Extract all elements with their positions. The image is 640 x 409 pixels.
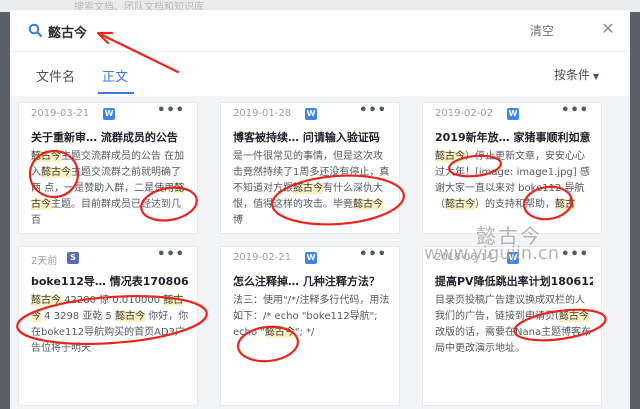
filter-label: 按条件 xyxy=(554,68,591,82)
snippet-text: 博 xyxy=(233,215,243,226)
match-highlight: 懿古今 xyxy=(558,311,589,322)
card-date: 2019-02-21 xyxy=(233,252,292,263)
close-icon[interactable]: ✕ xyxy=(598,19,618,39)
match-highlight: 懿古今 xyxy=(264,327,295,338)
card-title: 博客被持续… 问请输入验证码 xyxy=(233,131,380,144)
more-icon[interactable]: ••• xyxy=(157,103,185,118)
snippet-text: ）的支持和帮助， xyxy=(475,199,555,210)
card-snippet: 是一件很常见的事情，但是这次攻击竟然持续了1周多还没有停止，真不知道对方跟懿古今… xyxy=(233,149,391,229)
match-highlight: 懿古今 xyxy=(353,199,383,210)
active-tab-indicator xyxy=(98,92,134,94)
card-date: 2019-02-02 xyxy=(435,108,494,119)
card-date: 2019-03-21 xyxy=(31,108,90,119)
sheet-doc-icon: S xyxy=(67,252,79,264)
match-highlight: 懿古今 xyxy=(115,311,146,322)
search-input[interactable] xyxy=(48,19,488,43)
word-doc-icon: W xyxy=(507,108,519,120)
search-icon xyxy=(28,23,42,37)
more-icon[interactable]: ••• xyxy=(359,247,387,262)
result-card[interactable]: 2019-02-21 W ••• 怎么注释掉… 几种注释方法？ 法三：使用"/*… xyxy=(220,246,400,406)
more-icon[interactable]: ••• xyxy=(561,247,589,262)
card-title: 提高PV降低跳出率计划180612 xyxy=(435,275,593,288)
match-highlight: 懿古今 xyxy=(445,199,475,210)
card-date: 2019-01-28 xyxy=(233,108,292,119)
word-doc-icon: W xyxy=(103,108,115,120)
clear-button[interactable]: 清空 xyxy=(530,22,554,39)
filter-dropdown[interactable]: 按条件 ▼ xyxy=(554,66,599,83)
more-icon[interactable]: ••• xyxy=(561,103,589,118)
card-snippet: 懿古今）停止更新文章，安安心心过大年！[image: image1.jpg] 感… xyxy=(435,149,593,213)
search-bar: 清空 ✕ xyxy=(10,10,630,52)
match-highlight: 懿古今 xyxy=(293,183,323,194)
tab-bar: 文件名 正文 按条件 ▼ xyxy=(10,52,630,96)
match-highlight: 懿古今 xyxy=(41,167,71,178)
watermark-url: www.yigujin.cn xyxy=(424,243,560,264)
chevron-down-icon: ▼ xyxy=(593,72,600,81)
search-dialog: 清空 ✕ 文件名 正文 按条件▼ 2019-03-21 W ••• 关于重新审…… xyxy=(10,10,630,409)
snippet-text: 42280 惊 0.010000 xyxy=(61,295,164,306)
card-snippet: 懿古今 42280 惊 0.010000 懿古今 4 3298 亚乾 5 懿古今… xyxy=(31,293,189,357)
match-highlight: 懿古今 xyxy=(435,151,465,162)
tab-filename[interactable]: 文件名 xyxy=(36,66,75,85)
snippet-text: "; */ xyxy=(294,327,315,338)
card-snippet: 目录页投稿广告建议换成双栏的人我们的广告，链接到申请页(懿古今改版的话，需要在N… xyxy=(435,293,593,357)
match-highlight: 懿古 xyxy=(555,199,575,210)
card-title: 关于重新审… 流群成员的公告 xyxy=(31,131,178,144)
result-card[interactable]: 2天前 S ••• boke112导… 情况表170806 懿古今 42280 … xyxy=(18,246,198,406)
snippet-text: 改版的话，需要在Nana主题博客布局中更改演示地址。 xyxy=(435,327,592,354)
card-date: 2天前 xyxy=(31,256,58,267)
word-doc-icon: W xyxy=(305,252,317,264)
match-highlight: 懿古今 xyxy=(31,295,61,306)
tab-content[interactable]: 正文 xyxy=(102,66,128,85)
more-icon[interactable]: ••• xyxy=(359,103,387,118)
card-title: 2019新年放… 家猪事顺利如意 xyxy=(435,131,591,144)
card-snippet: 懿古今主题交流群成员的公告 在加入懿古今主题交流群之前就明确了两 点，一是赞助入… xyxy=(31,149,189,229)
result-card[interactable]: 2018-06-14 W ••• 提高PV降低跳出率计划180612 目录页投稿… xyxy=(422,246,602,406)
match-highlight: 懿古今 xyxy=(31,151,61,162)
card-title: 怎么注释掉… 几种注释方法？ xyxy=(233,275,380,288)
more-icon[interactable]: ••• xyxy=(157,247,185,262)
word-doc-icon: W xyxy=(305,108,317,120)
result-card[interactable]: 2019-03-21 W ••• 关于重新审… 流群成员的公告 懿古今主题交流群… xyxy=(18,102,198,234)
result-card[interactable]: 2019-01-28 W ••• 博客被持续… 问请输入验证码 是一件很常见的事… xyxy=(220,102,400,234)
card-title: boke112导… 情况表170806 xyxy=(31,275,189,288)
result-card[interactable]: 2019-02-02 W ••• 2019新年放… 家猪事顺利如意 懿古今）停止… xyxy=(422,102,602,234)
card-snippet: 法三：使用"/*/注释多行代码，用法如下：/* echo "boke112导航"… xyxy=(233,293,391,341)
snippet-text: 主题。目前群成员已经达到几百 xyxy=(31,199,181,226)
snippet-text: 4 3298 亚乾 5 xyxy=(41,311,116,322)
